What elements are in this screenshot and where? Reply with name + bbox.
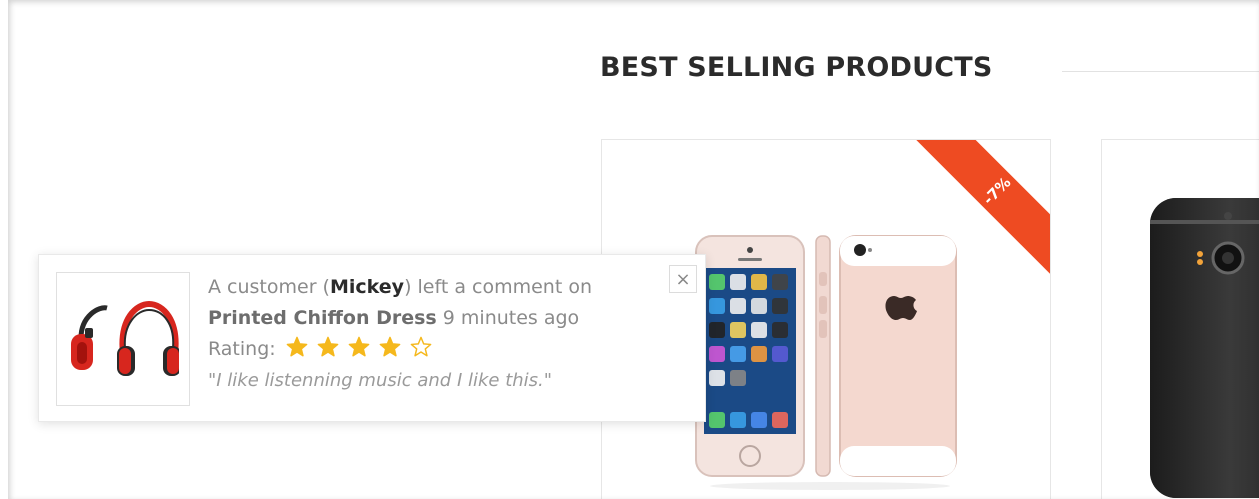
red-headphones-image [71,300,179,376]
recent-review-notification: A customer (Mickey) left a comment on Pr… [38,254,706,422]
notification-message: A customer (Mickey) left a comment on Pr… [208,272,658,396]
rating-label: Rating: [208,338,276,360]
page-frame: BEST SELLING PRODUCTS -7% A customer (Mi… [0,0,1259,499]
dark-smartphone-image[interactable] [1150,198,1259,498]
notification-middle: left a comment on [417,276,592,298]
close-button[interactable]: × [669,265,697,293]
product-card[interactable] [1101,139,1259,499]
sale-badge-label: -7% [979,173,1015,209]
star-filled-icon [379,336,401,357]
title-divider [1062,71,1259,72]
comment-text: "I like listenning music and I like this… [208,370,553,391]
iphone-se-rose-gold-image[interactable] [690,232,970,492]
time-ago: 9 minutes ago [442,307,580,329]
star-filled-icon [317,336,339,357]
star-empty-icon [410,336,432,357]
customer-name: Mickey [329,276,405,298]
rating-row: Rating: [208,334,658,365]
section-title: BEST SELLING PRODUCTS [600,52,993,83]
product-thumbnail[interactable] [56,272,190,406]
product-link[interactable]: Printed Chiffon Dress [208,307,437,329]
notification-prefix: A customer [208,276,317,298]
rating-stars [286,334,441,365]
star-filled-icon [348,336,370,357]
star-filled-icon [286,336,308,357]
notification-line-2: Printed Chiffon Dress 9 minutes ago [208,303,658,334]
close-icon: × [675,268,691,290]
notification-line-1: A customer (Mickey) left a comment on [208,276,592,298]
